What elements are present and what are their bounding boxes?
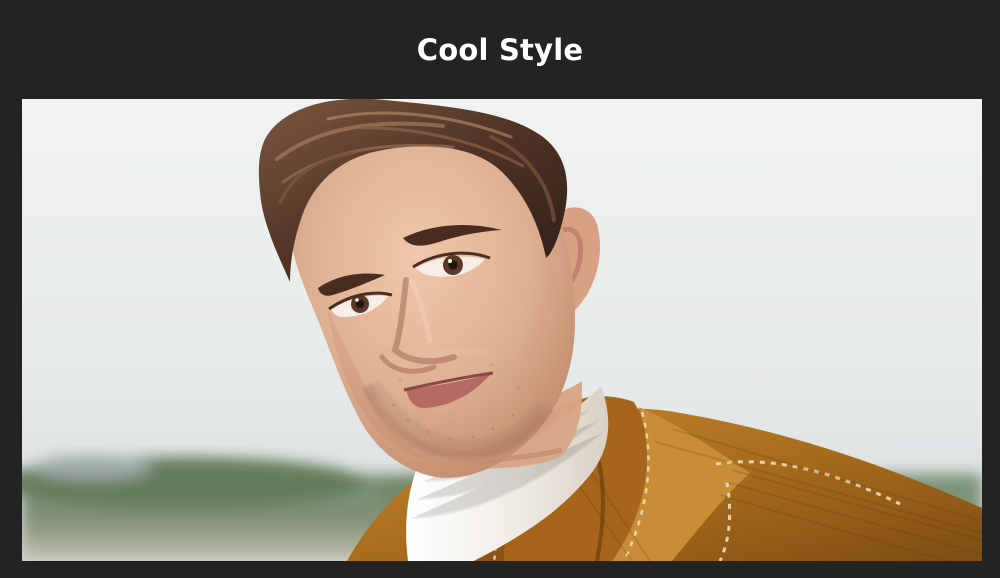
portrait-photo	[22, 99, 982, 561]
portrait-illustration	[22, 99, 982, 561]
page: Cool Style	[0, 0, 1000, 578]
page-title: Cool Style	[416, 33, 584, 67]
